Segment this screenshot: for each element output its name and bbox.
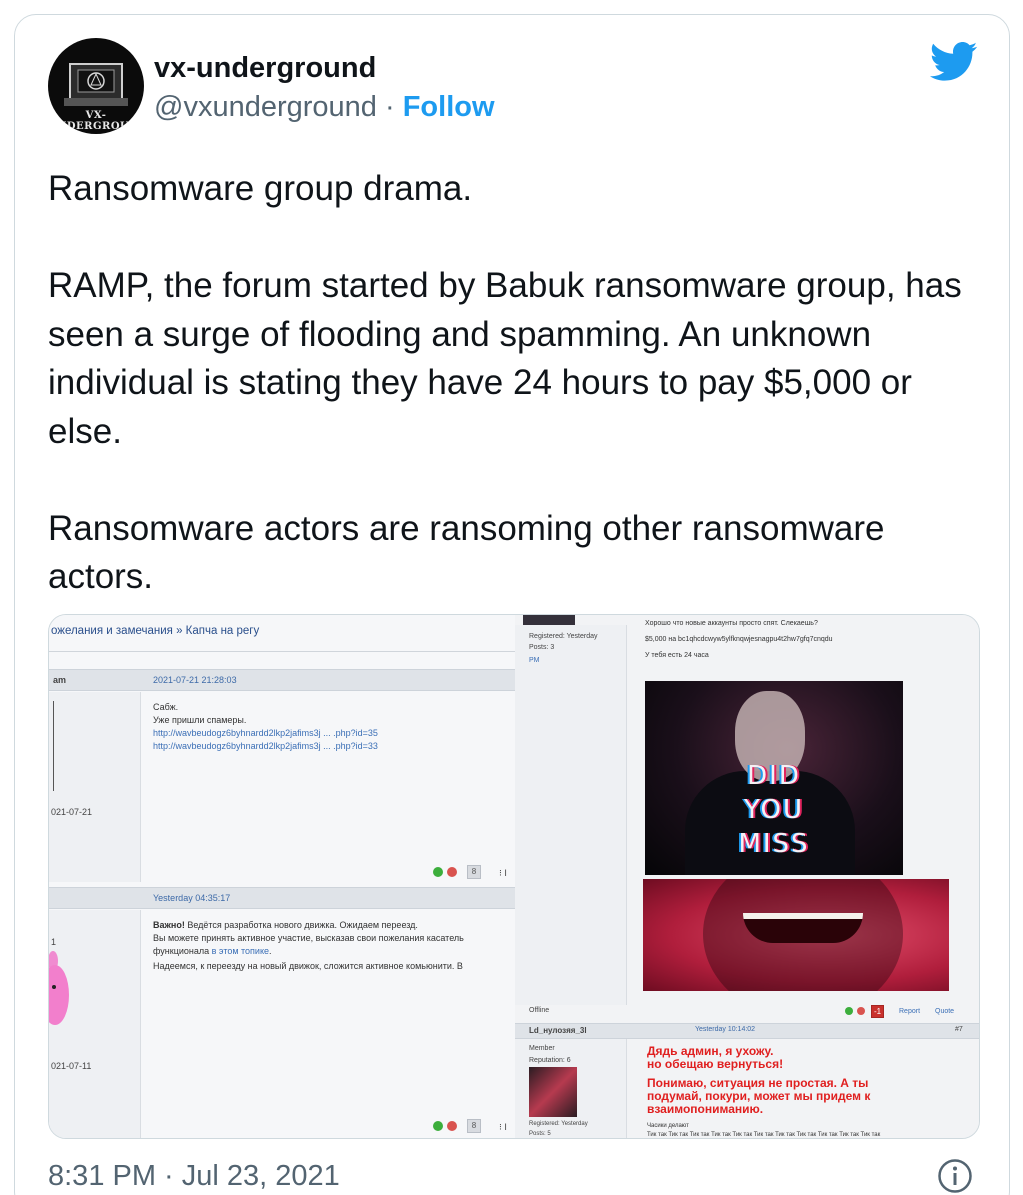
forum-breadcrumb: ожелания и замечания » Капча на регу xyxy=(51,625,260,637)
post2-menu-icon[interactable]: ⁝ I xyxy=(499,1122,507,1133)
vote-count-box: -1 xyxy=(871,1005,884,1018)
report-link[interactable]: Report xyxy=(899,1008,920,1015)
post1-count-box: 8 xyxy=(467,865,481,879)
author-name[interactable]: vx-underground xyxy=(154,52,376,85)
post2-date: Yesterday 04:35:17 xyxy=(153,893,231,903)
tweet-media[interactable]: ожелания и замечания » Капча на регу am … xyxy=(48,614,980,1139)
post2-important: Важно! xyxy=(153,920,185,930)
post1-author: am xyxy=(53,675,67,685)
forum-screenshot-left: ожелания и замечания » Капча на регу am … xyxy=(49,615,515,1138)
right-sidebar xyxy=(515,625,627,1005)
registered-label: Registered: Yesterday xyxy=(529,1121,588,1127)
pm-link[interactable]: PM xyxy=(529,657,540,664)
right-line-3: У тебя есть 24 часа xyxy=(645,652,709,659)
avatar-text: VX-UNDERGROUND xyxy=(48,110,144,132)
red-line-5: взаимопониманию. xyxy=(647,1102,764,1116)
red-line-2: но обещаю вернуться! xyxy=(647,1057,784,1071)
tweet-text: Ransomware group drama. RAMP, the forum … xyxy=(48,169,962,596)
did-you-miss-image: DID YOU MISS xyxy=(645,681,903,875)
author-handle[interactable]: @vxunderground xyxy=(154,91,377,123)
registered-label: Registered: Yesterday xyxy=(529,633,598,640)
posts-label: Posts: 5 xyxy=(529,1131,551,1137)
follow-button[interactable]: Follow xyxy=(403,91,495,123)
post1-menu-icon[interactable]: ⁝ I xyxy=(499,868,507,879)
tick-line: Тик так Тик так Тик так Тик так Тик так … xyxy=(647,1132,881,1138)
top-avatar xyxy=(523,615,575,625)
image-caption: DID YOU MISS xyxy=(645,759,903,861)
reputation-label: Reputation: 6 xyxy=(529,1057,571,1064)
post1-joined: 021-07-21 xyxy=(51,807,93,817)
post2-side-number: 1 xyxy=(51,937,57,947)
forum-screenshot-right: Registered: Yesterday Posts: 3 PM Хорошо… xyxy=(515,615,979,1138)
handle-row: @vxunderground · Follow xyxy=(154,91,495,124)
post2-line-3-post: . xyxy=(269,946,272,956)
tweet-timestamp[interactable]: 8:31 PM · Jul 23, 2021 xyxy=(48,1160,340,1193)
post2-line-3: функционала в этом топике. xyxy=(153,945,272,958)
info-icon[interactable] xyxy=(937,1158,973,1194)
member-avatar xyxy=(529,1067,577,1117)
downvote-icon[interactable] xyxy=(857,1007,865,1015)
caption-word: MISS xyxy=(738,829,810,859)
post2-line-1-text: Ведётся разработка нового движка. Ожидае… xyxy=(187,920,418,930)
twitter-bird-icon[interactable] xyxy=(930,42,978,82)
post1-date: 2021-07-21 21:28:03 xyxy=(153,675,237,685)
post2-line-3-pre: функционала xyxy=(153,946,212,956)
posts-label: Posts: 3 xyxy=(529,644,555,651)
image-grin xyxy=(743,913,863,943)
caption-word: YOU xyxy=(744,795,804,825)
post2-header xyxy=(49,887,515,909)
post2-joined: 021-07-11 xyxy=(51,1061,92,1071)
right-post2-date: Yesterday 10:14:02 xyxy=(695,1026,756,1033)
separator: · xyxy=(384,91,395,123)
post2-line-4: Надеемся, к переезду на новый движок, сл… xyxy=(153,961,463,971)
post1-link-2[interactable]: http://wavbeudogz6byhnardd2lkp2jafims3j … xyxy=(153,740,378,753)
post1-line-2: Уже пришли спамеры. xyxy=(153,715,247,725)
post1-header xyxy=(49,669,515,691)
right-post2-number: #7 xyxy=(955,1026,963,1033)
right-post2-author[interactable]: Ld_нулозяя_3l xyxy=(529,1026,587,1035)
post1-sidebar xyxy=(49,692,141,882)
post1-link-1[interactable]: http://wavbeudogz6byhnardd2lkp2jafims3j … xyxy=(153,727,378,740)
caption-word: DID xyxy=(747,761,801,791)
post2-count-box: 8 xyxy=(467,1119,481,1133)
downvote-icon[interactable] xyxy=(447,1121,457,1131)
right-line-1: Хорошо что новые аккаунты просто спят. С… xyxy=(645,620,818,627)
role-label: Member xyxy=(529,1045,555,1052)
upvote-icon[interactable] xyxy=(433,867,443,877)
post2-line-2: Вы можете принять активное участие, выск… xyxy=(153,933,464,943)
quote-link[interactable]: Quote xyxy=(935,1008,954,1015)
upvote-icon[interactable] xyxy=(845,1007,853,1015)
post2-line-1: Важно! Ведётся разработка нового движка.… xyxy=(153,919,418,932)
pink-character-icon xyxy=(49,951,69,1025)
offline-label: Offline xyxy=(529,1007,550,1014)
downvote-icon[interactable] xyxy=(447,867,457,877)
author-avatar[interactable]: VX-UNDERGROUND xyxy=(48,38,144,134)
topic-link[interactable]: в этом топике xyxy=(212,946,269,956)
upvote-icon[interactable] xyxy=(433,1121,443,1131)
post1-line-1: Сабж. xyxy=(153,702,179,712)
right-line-2: $5,000 на bc1qhcdcwyw5ylfknqwjesnagpu4t2… xyxy=(645,636,833,643)
grin-image xyxy=(643,879,949,991)
